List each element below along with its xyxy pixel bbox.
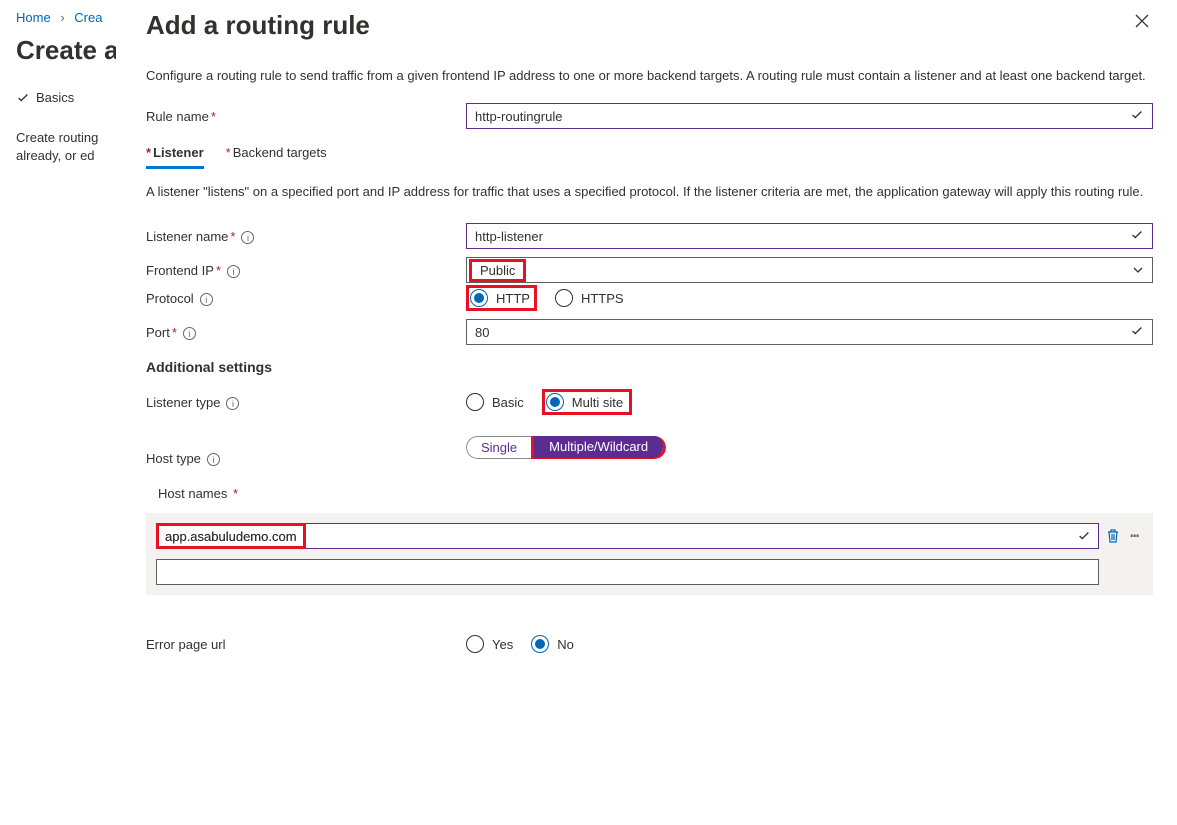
info-icon[interactable]: i <box>226 397 239 410</box>
protocol-label: Protocoli <box>146 291 466 306</box>
radio-icon <box>466 635 484 653</box>
radio-icon <box>470 289 488 307</box>
more-host-button[interactable]: ⋯ <box>1127 527 1143 545</box>
breadcrumb-home[interactable]: Home <box>16 10 51 25</box>
port-label: Port*i <box>146 325 466 340</box>
host-type-label: Host typei <box>146 429 466 466</box>
rule-name-label: Rule name* <box>146 109 466 124</box>
host-type-single[interactable]: Single <box>466 436 531 459</box>
host-name-input-1[interactable] <box>156 559 1099 585</box>
close-button[interactable] <box>1131 10 1153 35</box>
protocol-http-label: HTTP <box>496 291 530 306</box>
delete-host-button[interactable] <box>1105 527 1121 545</box>
check-icon <box>1077 529 1091 543</box>
info-icon[interactable]: i <box>241 231 254 244</box>
trash-icon <box>1106 528 1120 544</box>
radio-icon <box>546 393 564 411</box>
listener-type-multi-label: Multi site <box>572 395 623 410</box>
radio-icon <box>555 289 573 307</box>
check-icon <box>16 91 30 105</box>
frontend-ip-select[interactable]: Public <box>466 257 1153 283</box>
listener-type-basic-label: Basic <box>492 395 524 410</box>
info-icon[interactable]: i <box>227 265 240 278</box>
host-name-input-0[interactable] <box>156 523 1099 549</box>
tab-listener[interactable]: *Listener <box>146 141 204 169</box>
check-icon <box>1130 228 1144 242</box>
panel-title: Add a routing rule <box>146 10 370 41</box>
listener-type-label: Listener typei <box>146 395 466 410</box>
info-icon[interactable]: i <box>207 453 220 466</box>
listener-type-basic-radio[interactable]: Basic <box>466 393 524 411</box>
listener-name-label: Listener name*i <box>146 229 466 244</box>
radio-icon <box>466 393 484 411</box>
error-page-no-radio[interactable]: No <box>531 635 574 653</box>
frontend-ip-value: Public <box>469 259 526 282</box>
check-icon <box>1130 324 1144 338</box>
listener-name-input[interactable]: http-listener <box>466 223 1153 249</box>
panel-description: Configure a routing rule to send traffic… <box>146 67 1153 85</box>
error-page-yes-label: Yes <box>492 637 513 652</box>
error-page-no-label: No <box>557 637 574 652</box>
close-icon <box>1135 14 1149 28</box>
host-names-section: app.asabuludemo.com ⋯ <box>146 513 1153 595</box>
listener-description: A listener "listens" on a specified port… <box>146 183 1153 201</box>
error-page-label: Error page url <box>146 637 466 652</box>
radio-icon <box>531 635 549 653</box>
tab-basics-label: Basics <box>36 90 74 105</box>
host-names-label: Host names * <box>146 486 1153 509</box>
info-icon[interactable]: i <box>183 327 196 340</box>
error-page-yes-radio[interactable]: Yes <box>466 635 513 653</box>
rule-name-input[interactable]: http-routingrule <box>466 103 1153 129</box>
host-type-toggle: Single Multiple/Wildcard <box>466 436 666 459</box>
side-panel: Add a routing rule Configure a routing r… <box>116 0 1177 825</box>
protocol-http-radio[interactable]: HTTP <box>470 289 530 307</box>
chevron-down-icon <box>1132 264 1144 276</box>
host-type-multiple[interactable]: Multiple/Wildcard <box>534 436 663 458</box>
protocol-https-radio[interactable]: HTTPS <box>555 289 624 307</box>
info-icon[interactable]: i <box>200 293 213 306</box>
additional-settings-heading: Additional settings <box>146 359 1153 375</box>
tab-backend-targets[interactable]: *Backend targets <box>226 141 327 169</box>
listener-type-multi-radio[interactable]: Multi site <box>546 393 623 411</box>
check-icon <box>1130 108 1144 122</box>
port-input[interactable]: 80 <box>466 319 1153 345</box>
panel-tabs: *Listener *Backend targets <box>146 141 1153 169</box>
breadcrumb-create[interactable]: Crea <box>74 10 102 25</box>
chevron-right-icon: › <box>60 10 64 25</box>
protocol-https-label: HTTPS <box>581 291 624 306</box>
frontend-ip-label: Frontend IP*i <box>146 263 466 278</box>
